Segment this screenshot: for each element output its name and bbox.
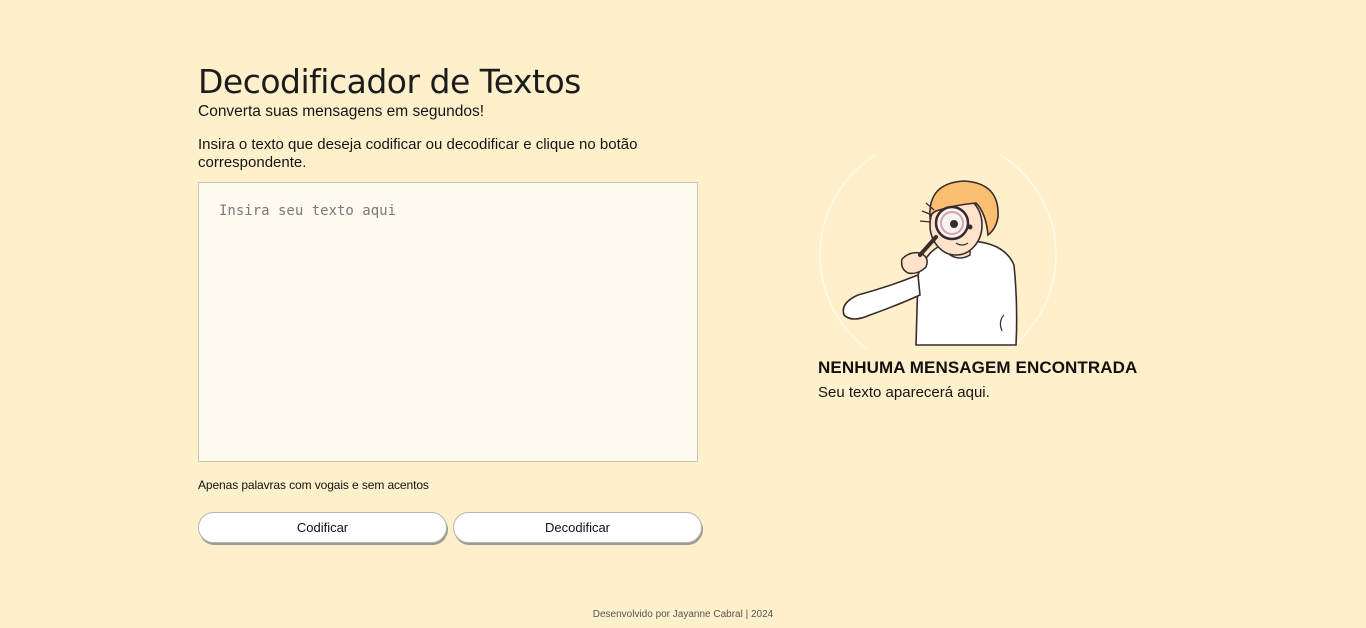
input-panel: Decodificador de Textos Converta suas me… [198, 62, 708, 543]
decrypt-button[interactable]: Decodificar [453, 512, 702, 543]
person-with-magnifying-glass-icon [819, 155, 1057, 350]
footer-credits: Desenvolvido por Jayanne Cabral | 2024 [592, 609, 774, 620]
action-buttons: Codificar Decodificar [198, 512, 708, 543]
empty-state-title: NENHUMA MENSAGEM ENCONTRADA [818, 358, 1138, 377]
encrypt-button[interactable]: Codificar [198, 512, 447, 543]
input-hint: Apenas palavras com vogais e sem acentos [198, 478, 429, 492]
message-input[interactable] [198, 182, 698, 462]
page: Decodificador de Textos Converta suas me… [0, 0, 1366, 628]
instructions-text: Insira o texto que deseja codificar ou d… [198, 136, 638, 171]
output-panel: NENHUMA MENSAGEM ENCONTRADA Seu texto ap… [818, 155, 1158, 401]
empty-state-subtitle: Seu texto aparecerá aqui. [818, 384, 990, 401]
page-title: Decodificador de Textos [198, 62, 581, 101]
page-subtitle: Converta suas mensagens em segundos! [198, 103, 485, 120]
